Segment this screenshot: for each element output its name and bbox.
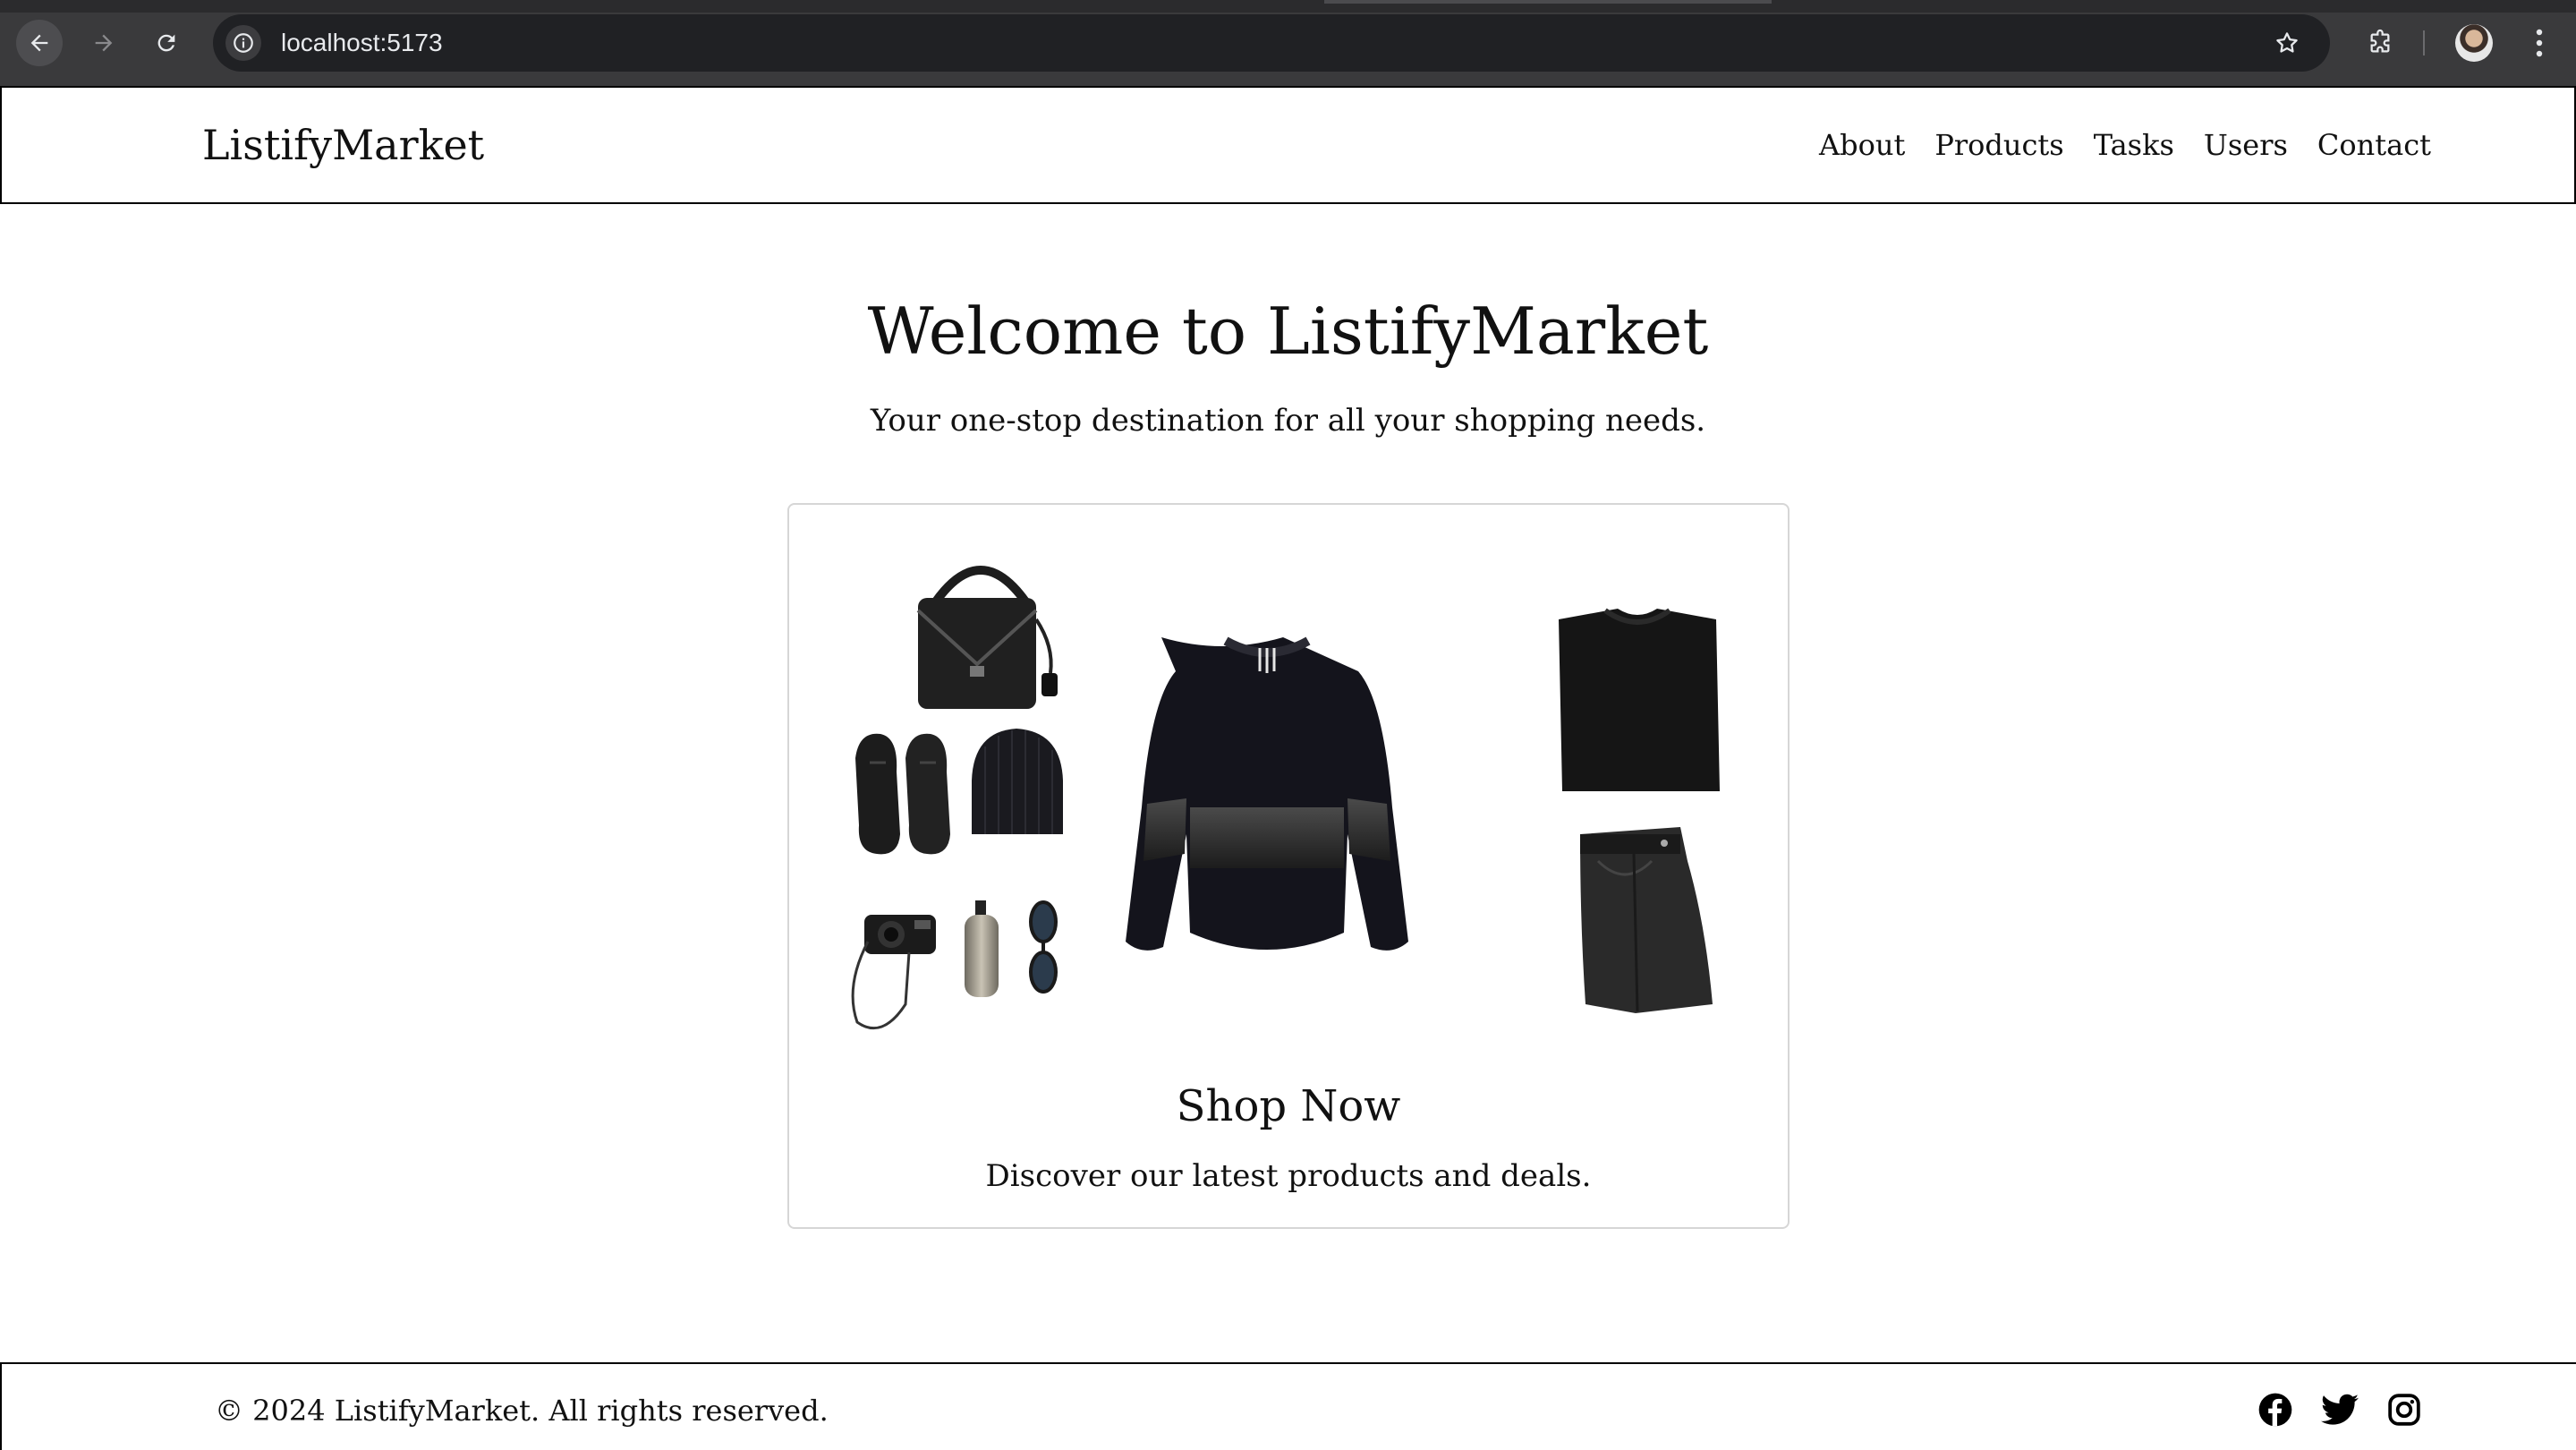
reload-icon — [157, 34, 175, 52]
tab-strip — [0, 0, 2576, 13]
nav-link-about[interactable]: About — [1819, 125, 1905, 165]
tshirt-item — [1559, 608, 1720, 791]
jeans-item — [1580, 827, 1713, 1013]
instagram-icon[interactable] — [2385, 1391, 2423, 1429]
back-button[interactable] — [16, 20, 63, 66]
forward-button[interactable] — [81, 20, 127, 66]
tab-indicator — [1324, 0, 1772, 4]
nav-link-tasks[interactable]: Tasks — [2094, 125, 2174, 165]
card-description: Discover our latest products and deals. — [985, 1158, 1592, 1194]
shop-now-card[interactable]: Shop Now Discover our latest products an… — [787, 503, 1790, 1229]
twitter-icon[interactable] — [2321, 1391, 2359, 1429]
handbag-item — [916, 566, 1058, 709]
main-nav: About Products Tasks Users Contact — [1819, 125, 2431, 165]
address-bar[interactable]: localhost:5173 — [213, 14, 2330, 72]
extensions-puzzle-icon[interactable] — [2359, 21, 2402, 64]
hero-subtitle: Your one-stop destination for all your s… — [870, 403, 1706, 439]
beanie-item — [972, 729, 1063, 834]
clothing-flatlay-image — [851, 566, 1720, 1030]
toolbar-divider — [2423, 30, 2425, 55]
profile-avatar[interactable] — [2455, 24, 2493, 62]
sweatshirt-item — [1126, 636, 1408, 951]
copyright-text: © 2024 ListifyMarket. All rights reserve… — [215, 1394, 829, 1428]
nav-link-contact[interactable]: Contact — [2317, 125, 2431, 165]
perfume-item — [965, 900, 999, 997]
site-logo[interactable]: ListifyMarket — [202, 120, 484, 170]
hero-title: Welcome to ListifyMarket — [867, 294, 1709, 369]
arrow-left-icon — [30, 34, 48, 52]
card-title[interactable]: Shop Now — [789, 1078, 1788, 1135]
sunglasses-item — [1029, 900, 1058, 994]
nav-link-products[interactable]: Products — [1934, 125, 2063, 165]
reload-button[interactable] — [143, 20, 190, 66]
site-info-icon[interactable] — [225, 25, 261, 61]
nav-link-users[interactable]: Users — [2204, 125, 2288, 165]
browser-toolbar: localhost:5173 — [0, 0, 2576, 86]
sneakers-item — [855, 733, 950, 855]
site-footer: © 2024 ListifyMarket. All rights reserve… — [0, 1362, 2576, 1450]
site-header: ListifyMarket About Products Tasks Users… — [0, 86, 2576, 204]
facebook-icon[interactable] — [2257, 1391, 2294, 1429]
camera-item — [851, 915, 936, 1030]
url-text[interactable]: localhost:5173 — [281, 27, 443, 59]
social-links — [2257, 1391, 2423, 1429]
arrow-right-icon — [95, 34, 113, 52]
bookmark-star-icon[interactable] — [2269, 25, 2305, 61]
browser-menu-icon[interactable] — [2521, 21, 2557, 64]
